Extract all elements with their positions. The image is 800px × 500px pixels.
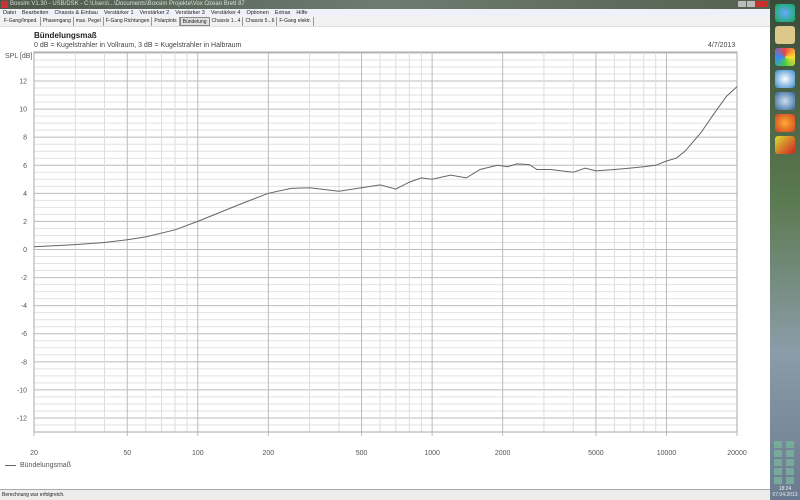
y-tick-label: -4 — [21, 303, 27, 310]
status-bar: Berechnung war erfolgreich. — [0, 489, 770, 500]
y-tick-label: 6 — [23, 163, 27, 170]
x-tick-label: 20 — [30, 450, 38, 457]
plot-subtitle: 0 dB = Kugelstrahler in Vollraum, 3 dB =… — [34, 42, 242, 49]
x-tick-label: 100 — [192, 450, 204, 457]
system-tray: 18:24 07.04.2013 — [770, 439, 800, 500]
firefox-icon[interactable] — [775, 114, 795, 132]
y-tick-label: -10 — [17, 387, 27, 394]
x-tick-label: 200 — [262, 450, 274, 457]
legend-line-swatch — [5, 465, 16, 466]
boxsim-icon[interactable] — [775, 136, 795, 154]
y-tick-label: 0 — [23, 247, 27, 254]
x-tick-label: 50 — [123, 450, 131, 457]
x-tick-label: 1000 — [424, 450, 440, 457]
y-tick-label: 12 — [19, 79, 27, 86]
y-axis-label: SPL [dB] — [5, 53, 32, 60]
chart: 121086420-2-4-6-8-10-1220 50 100 200 500 1000… — [5, 51, 747, 457]
y-tick-label: -12 — [17, 415, 27, 422]
x-tick-label: 20000 — [727, 450, 747, 457]
plot-date: 4/7/2013 — [708, 42, 736, 49]
legend-label: Bündelungsmaß — [20, 462, 71, 469]
plot-title: Bündelungsmaß — [34, 31, 97, 40]
x-tick-label: 500 — [356, 450, 368, 457]
y-tick-label: 8 — [23, 135, 27, 142]
start-orb-icon[interactable] — [775, 4, 795, 22]
y-tick-label: -6 — [21, 331, 27, 338]
y-tick-label: 10 — [19, 107, 27, 114]
explorer-icon[interactable] — [775, 26, 795, 44]
y-tick-label: 4 — [23, 191, 27, 198]
app-icon-blue[interactable] — [775, 70, 795, 88]
ie-icon[interactable] — [775, 92, 795, 110]
clock-date: 07.04.2013 — [772, 492, 798, 498]
legend: Bündelungsmaß — [5, 462, 71, 469]
series-line — [33, 86, 738, 248]
y-tick-label: 2 — [23, 219, 27, 226]
picasa-icon[interactable] — [775, 48, 795, 66]
y-tick-label: -8 — [21, 359, 27, 366]
tray-icons[interactable] — [770, 439, 800, 486]
y-tick-label: -2 — [21, 275, 27, 282]
x-tick-label: 5000 — [588, 450, 604, 457]
x-tick-label: 2000 — [495, 450, 511, 457]
taskbar: 18:24 07.04.2013 — [770, 0, 800, 500]
x-tick-label: 10000 — [657, 450, 677, 457]
